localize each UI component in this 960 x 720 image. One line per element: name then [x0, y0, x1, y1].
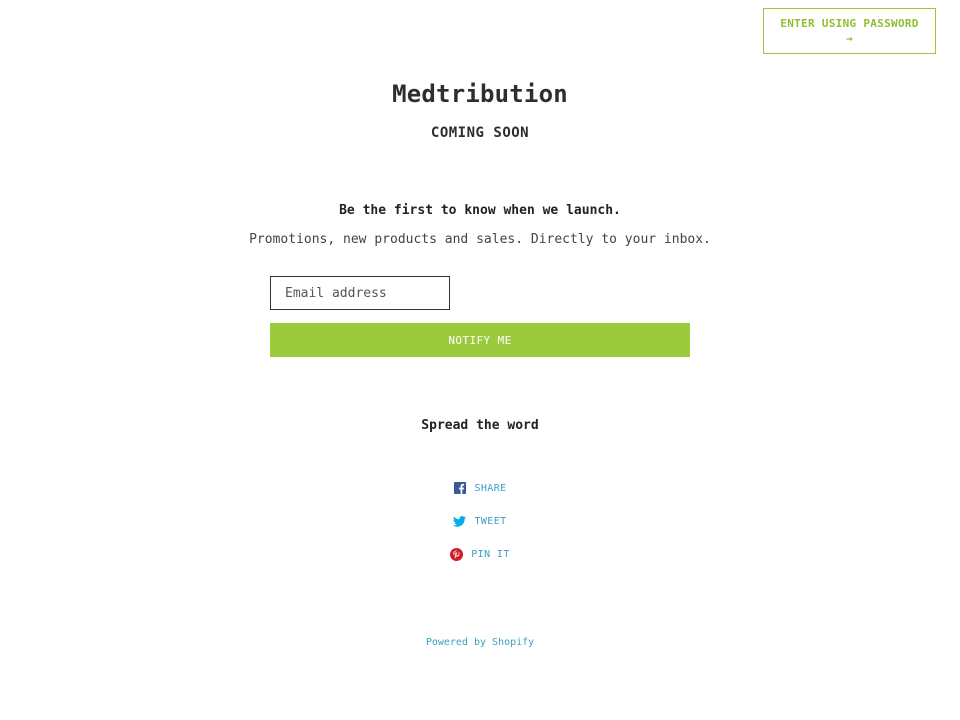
enter-password-button[interactable]: ENTER USING PASSWORD →	[763, 8, 936, 54]
pinterest-icon	[450, 547, 464, 561]
newsletter-heading: Be the first to know when we launch.	[339, 203, 621, 218]
share-facebook-label: SHARE	[474, 482, 507, 494]
twitter-icon	[453, 515, 467, 528]
notify-me-button[interactable]: NOTIFY ME	[270, 323, 690, 357]
newsletter-description: Promotions, new products and sales. Dire…	[249, 232, 711, 247]
arrow-right-icon: →	[846, 32, 853, 45]
share-pinterest-link[interactable]: PIN IT	[0, 544, 960, 564]
facebook-icon	[453, 482, 466, 495]
share-pinterest-label: PIN IT	[471, 548, 510, 560]
password-page: ENTER USING PASSWORD → Medtribution COMI…	[0, 0, 960, 720]
social-share-list: SHARE TWEET PIN IT	[0, 478, 960, 577]
email-input[interactable]	[270, 276, 450, 310]
store-title: Medtribution	[392, 80, 568, 108]
share-twitter-link[interactable]: TWEET	[0, 511, 960, 531]
share-facebook-link[interactable]: SHARE	[0, 478, 960, 498]
powered-by-shopify-link[interactable]: Powered by Shopify	[0, 637, 960, 648]
spread-the-word-heading: Spread the word	[421, 418, 539, 433]
share-twitter-label: TWEET	[474, 515, 507, 527]
coming-soon-label: COMING SOON	[430, 125, 530, 141]
enter-password-label: ENTER USING PASSWORD	[780, 17, 919, 30]
